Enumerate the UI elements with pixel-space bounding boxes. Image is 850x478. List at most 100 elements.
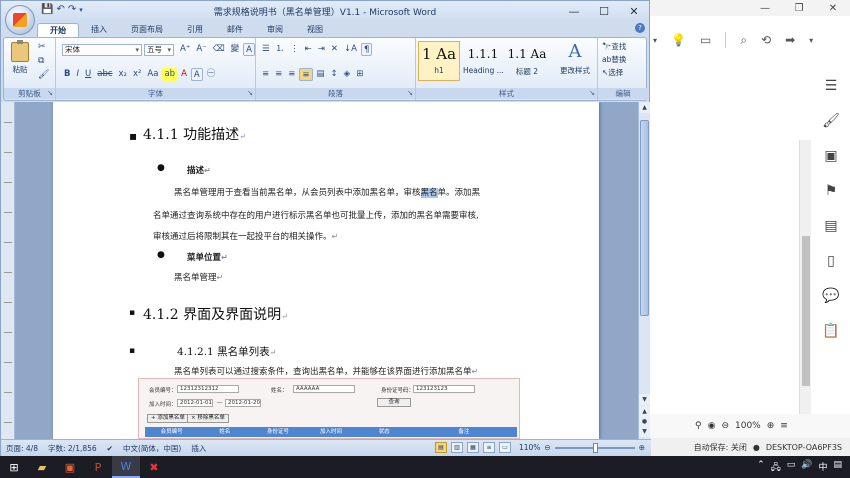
undo-icon[interactable]: ↶ xyxy=(56,4,64,15)
powerpoint-icon[interactable]: P xyxy=(84,456,112,478)
display-icon[interactable]: ▭ xyxy=(787,460,796,476)
select-button[interactable]: ↖选择 xyxy=(602,67,626,78)
fit-icon[interactable]: ≡ xyxy=(780,421,788,431)
style-title2[interactable]: 1.1 Aa 标题 2 xyxy=(506,41,548,81)
share-icon[interactable]: ⟲ xyxy=(761,33,771,47)
replace-button[interactable]: ab替换 xyxy=(602,54,626,65)
cut-icon[interactable]: ✂ xyxy=(38,42,49,52)
list-description[interactable]: 黑名单列表可以通过搜索条件，查询出黑名单，并能够在该界面进行添加黑名单↵ xyxy=(174,365,478,377)
align-right-icon[interactable]: ≡ xyxy=(286,68,297,81)
bullet-description[interactable]: 描述↵ xyxy=(187,164,211,176)
word-count[interactable]: 字数: 2/1,856 xyxy=(43,443,102,454)
font-name-combo[interactable]: 宋体 xyxy=(62,44,142,56)
distributed-icon[interactable]: ▤ xyxy=(315,68,327,81)
heading-4-1-2[interactable]: 4.1.2 界面及界面说明↵ xyxy=(143,304,288,324)
tab-review[interactable]: 审阅 xyxy=(255,23,295,37)
minimize-icon[interactable]: — xyxy=(559,1,589,21)
tray-up-icon[interactable]: ⌃ xyxy=(757,460,765,476)
zoom-in-icon[interactable]: ⊕ xyxy=(639,443,645,452)
superscript-icon[interactable]: x² xyxy=(131,68,143,81)
shading-icon[interactable]: ◈ xyxy=(342,68,353,81)
align-left-icon[interactable]: ≡ xyxy=(260,68,271,81)
bg-minimize-icon[interactable]: — xyxy=(748,3,782,14)
decrease-indent-icon[interactable]: ⇤ xyxy=(303,43,314,56)
find-button[interactable]: 🔭查找 xyxy=(602,41,626,52)
bg-restore-icon[interactable]: ❐ xyxy=(782,3,816,14)
bullet-menu-position[interactable]: 菜单位置↵ xyxy=(187,251,228,263)
format-painter-icon[interactable]: 🖌 xyxy=(38,70,49,80)
full-screen-reading-icon[interactable]: ▥ xyxy=(450,442,463,453)
help-icon[interactable]: ? xyxy=(635,23,645,33)
tab-references[interactable]: 引用 xyxy=(175,23,215,37)
chat-icon[interactable]: 💬 xyxy=(822,288,839,304)
grow-font-icon[interactable]: A⁺ xyxy=(178,43,192,56)
clipboard-icon[interactable]: 📋 xyxy=(822,323,839,339)
bg-close-icon[interactable]: ✕ xyxy=(816,3,850,14)
more-dropdown-icon[interactable]: ▾ xyxy=(809,36,813,45)
styles-dialog-launcher-icon[interactable]: ↘ xyxy=(589,88,595,99)
change-case-icon[interactable]: Aa xyxy=(145,68,160,81)
flag-icon[interactable]: ⚑ xyxy=(825,183,838,199)
bg-scroll-thumb[interactable] xyxy=(802,236,810,386)
tab-home[interactable]: 开始 xyxy=(37,23,79,37)
desc-line-2[interactable]: 名单通过查询系统中存在的用户进行标示黑名单也可批量上传，添加的黑名单需要审核, xyxy=(153,209,479,221)
xmind-icon[interactable]: ✖ xyxy=(140,456,168,478)
language-status[interactable]: 中文(简体，中国) xyxy=(118,443,186,454)
increase-indent-icon[interactable]: ⇥ xyxy=(316,43,327,56)
tab-insert[interactable]: 插入 xyxy=(79,23,119,37)
font-size-combo[interactable]: 五号 xyxy=(144,44,174,56)
underline-icon[interactable]: U xyxy=(83,68,93,81)
tab-view[interactable]: 视图 xyxy=(295,23,335,37)
document-page[interactable]: ▪ 4.1.1 功能描述↵ ● 描述↵ 黑名单管理用于查看当前黑名单，从会员列表… xyxy=(53,102,599,439)
image-icon[interactable]: ▣ xyxy=(824,148,837,164)
print-layout-icon[interactable]: ▤ xyxy=(434,442,447,453)
funnel-icon[interactable]: ⚲ xyxy=(695,421,702,431)
close-icon[interactable]: ✕ xyxy=(619,1,649,21)
font-color-icon[interactable]: A xyxy=(179,68,189,81)
font-dialog-launcher-icon[interactable]: ↘ xyxy=(247,88,253,99)
tab-page-layout[interactable]: 页面布局 xyxy=(119,23,175,37)
embedded-screenshot[interactable]: 会员编号： 12312312312 姓名： AAAAAA 身份证号码： 1231… xyxy=(138,378,520,439)
network-icon[interactable]: 🖧 xyxy=(771,460,781,476)
qat-customize-icon[interactable]: ▾ xyxy=(79,6,83,14)
start-icon[interactable]: ⊞ xyxy=(0,456,28,478)
highlight-icon[interactable]: ab xyxy=(162,68,178,81)
desc-line-3[interactable]: 审核通过后将限制其在一起投平台的相关操作。↵ xyxy=(153,230,338,242)
menu-position-text[interactable]: 黑名单管理↵ xyxy=(174,271,223,283)
eye-icon[interactable]: ◉ xyxy=(708,421,716,431)
zoom-out-icon[interactable]: ⊖ xyxy=(544,443,550,452)
draft-view-icon[interactable]: ▭ xyxy=(498,442,511,453)
scroll-down-icon[interactable]: ▼ xyxy=(639,394,650,405)
tab-mailings[interactable]: 邮件 xyxy=(215,23,255,37)
heading-4-1-2-1[interactable]: 4.1.2.1 黑名单列表↵ xyxy=(177,344,276,359)
align-center-icon[interactable]: ≡ xyxy=(273,68,284,81)
sort-icon[interactable]: ↓A xyxy=(342,43,359,56)
selected-text[interactable]: 黑名 xyxy=(420,188,438,198)
clear-format-icon[interactable]: ⌫ xyxy=(211,43,227,56)
style-heading[interactable]: 1.1.1 Heading ... xyxy=(462,41,504,81)
word-taskbar-icon[interactable]: W xyxy=(112,456,140,478)
insert-mode[interactable]: 插入 xyxy=(186,443,211,454)
volume-icon[interactable]: 🔊 xyxy=(801,460,812,476)
enclose-char-icon[interactable]: ㊀ xyxy=(205,68,218,81)
strikethrough-icon[interactable]: abc xyxy=(95,68,114,81)
subscript-icon[interactable]: x₂ xyxy=(117,68,129,81)
scroll-thumb[interactable] xyxy=(640,120,649,316)
layout-icon[interactable]: ☰ xyxy=(825,78,838,94)
numbering-icon[interactable]: ⒈ xyxy=(274,43,287,56)
bg-dropdown-icon[interactable]: ▾ xyxy=(653,36,657,45)
brush-icon[interactable]: 🖌 xyxy=(822,113,840,129)
redo-icon[interactable]: ↷ xyxy=(68,4,76,15)
zoom-slider-knob[interactable] xyxy=(592,442,598,453)
phonetic-icon[interactable]: 變 xyxy=(229,43,242,56)
ime-indicator[interactable]: 中 xyxy=(818,460,827,476)
scroll-up-icon[interactable]: ▲ xyxy=(639,102,650,113)
search-icon[interactable]: ⌕ xyxy=(740,33,747,48)
desc-line-1[interactable]: 黑名单管理用于查看当前黑名单，从会员列表中添加黑名单，审核黑名单。添加黑 xyxy=(174,186,480,198)
bold-icon[interactable]: B xyxy=(62,68,72,81)
save-icon[interactable]: 💾 xyxy=(41,4,53,15)
zoom-in-icon[interactable]: ⊕ xyxy=(767,421,775,431)
web-layout-icon[interactable]: ▦ xyxy=(466,442,479,453)
heading-4-1-1[interactable]: 4.1.1 功能描述↵ xyxy=(143,124,246,144)
taskbar-app-icon[interactable]: ▣ xyxy=(56,456,84,478)
